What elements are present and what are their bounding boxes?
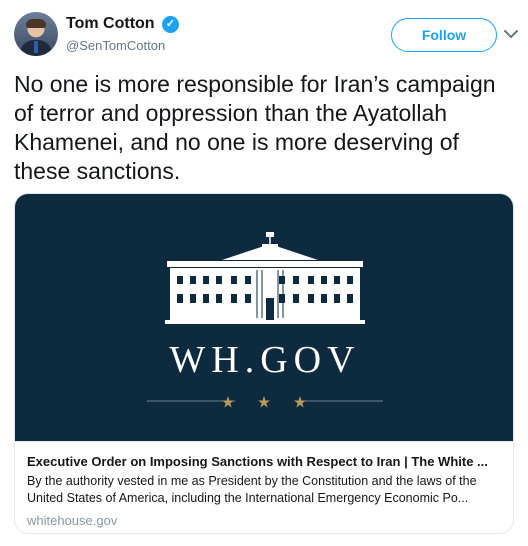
- tweet-header: Tom Cotton ✓ @SenTomCotton Follow: [14, 12, 518, 62]
- white-house-icon: [147, 232, 383, 408]
- stars-decoration: [222, 396, 306, 408]
- link-card[interactable]: WH.GOV Executive Order on Imposing Sanct…: [14, 193, 514, 534]
- card-title[interactable]: Executive Order on Imposing Sanctions wi…: [27, 454, 505, 469]
- card-description: By the authority vested in me as Preside…: [27, 474, 477, 505]
- tweet-text: No one is more responsible for Iran’s ca…: [14, 71, 496, 184]
- card-image[interactable]: WH.GOV: [15, 194, 513, 441]
- card-image-title: WH.GOV: [169, 339, 361, 381]
- card-domain: whitehouse.gov: [27, 513, 118, 528]
- follow-button[interactable]: Follow: [391, 18, 497, 52]
- author-name[interactable]: Tom Cotton: [66, 15, 155, 33]
- card-body[interactable]: Executive Order on Imposing Sanctions wi…: [15, 441, 513, 533]
- verified-badge-icon: ✓: [162, 16, 179, 33]
- author-handle[interactable]: @SenTomCotton: [66, 38, 165, 53]
- avatar-hair: [26, 19, 46, 28]
- avatar-tie: [34, 41, 38, 53]
- chevron-down-icon[interactable]: [501, 24, 521, 44]
- avatar[interactable]: [14, 12, 58, 56]
